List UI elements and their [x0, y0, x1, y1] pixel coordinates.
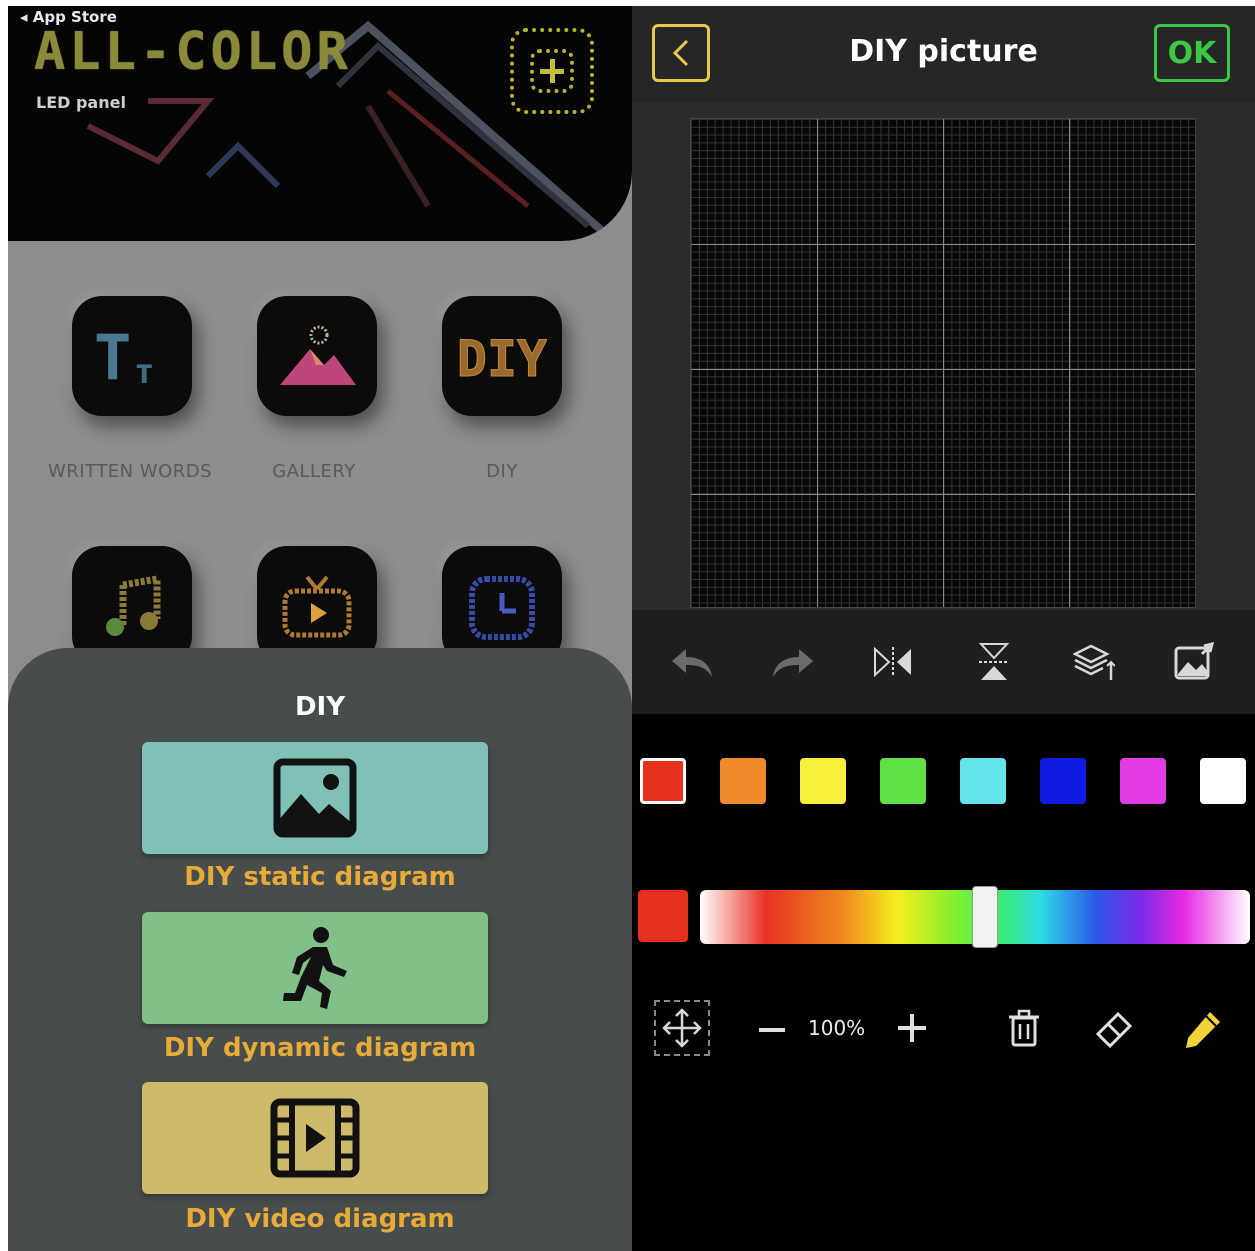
zoom-out-button[interactable]	[756, 1014, 788, 1046]
pencil-icon	[1186, 1012, 1220, 1048]
flip-horizontal-button[interactable]	[868, 637, 918, 687]
diy-bottom-sheet: DIY DIY static diagram DIY dynamic diagr…	[8, 648, 632, 1251]
color-swatch-blue[interactable]	[1040, 758, 1086, 804]
edit-toolbar	[632, 610, 1255, 714]
written-words-tile[interactable]: T т	[72, 296, 192, 416]
gallery-icon	[280, 325, 356, 385]
flip-vertical-button[interactable]	[969, 637, 1019, 687]
color-swatch-yellow[interactable]	[800, 758, 846, 804]
tile-label-diy: DIY	[486, 461, 518, 482]
diy-video-diagram-label[interactable]: DIY video diagram	[8, 1204, 632, 1234]
layers-button[interactable]	[1069, 637, 1119, 687]
import-image-icon	[1174, 642, 1214, 680]
move-icon	[662, 1008, 702, 1048]
diy-dynamic-diagram-button[interactable]	[142, 912, 488, 1024]
ok-button[interactable]: OK	[1154, 24, 1230, 82]
add-device-button[interactable]	[510, 28, 594, 114]
diy-icon: DIY	[457, 330, 547, 387]
diy-tile[interactable]: DIY	[442, 296, 562, 416]
flip-vertical-icon	[978, 643, 1010, 680]
flip-horizontal-icon	[874, 646, 912, 678]
editor-header: DIY picture OK	[632, 6, 1255, 102]
tile-label-gallery: GALLERY	[272, 461, 356, 482]
svg-text:T: T	[94, 321, 131, 391]
text-size-icon: T т	[94, 321, 154, 391]
color-swatch-white[interactable]	[1200, 758, 1246, 804]
current-color-preview	[638, 890, 688, 942]
zoom-in-button[interactable]	[896, 1012, 928, 1044]
color-swatch-orange[interactable]	[720, 758, 766, 804]
plus-icon	[898, 1014, 926, 1042]
diy-picture-editor: DIY picture OK 100%	[632, 6, 1255, 1251]
diy-video-diagram-button[interactable]	[142, 1082, 488, 1194]
trash-icon	[1009, 1009, 1039, 1047]
redo-icon	[772, 649, 813, 677]
redo-button[interactable]	[768, 637, 818, 687]
pixel-canvas[interactable]	[690, 118, 1196, 608]
app-logo-subtitle: LED panel	[36, 93, 126, 112]
tv-play-icon	[282, 575, 352, 638]
hue-slider-thumb[interactable]	[972, 886, 998, 948]
move-button[interactable]	[654, 1000, 710, 1056]
color-swatch-green[interactable]	[880, 758, 926, 804]
screen: ◂ App Store ALL-COLOR LED panel T т WRIT…	[0, 0, 1255, 1251]
music-note-icon	[106, 574, 161, 636]
clear-canvas-button[interactable]	[1006, 1008, 1042, 1048]
zoom-level: 100%	[808, 1016, 866, 1040]
diy-static-diagram-button[interactable]	[142, 742, 488, 854]
tile-label-written-words: WRITTEN WORDS	[47, 461, 213, 482]
diy-icon-text: DIY	[457, 330, 547, 386]
running-person-icon	[283, 927, 347, 1009]
eraser-button[interactable]	[1094, 1010, 1134, 1050]
gallery-tile[interactable]	[257, 296, 377, 416]
canvas-area	[632, 102, 1255, 610]
undo-button[interactable]	[667, 637, 717, 687]
layers-icon	[1073, 644, 1116, 680]
sheet-title: DIY	[294, 692, 346, 722]
color-swatch-red[interactable]	[640, 758, 686, 804]
undo-icon	[672, 649, 713, 677]
diy-dynamic-diagram-label[interactable]: DIY dynamic diagram	[8, 1033, 632, 1063]
pencil-button[interactable]	[1182, 1008, 1222, 1052]
svg-text:т: т	[134, 352, 154, 391]
minus-icon	[759, 1028, 785, 1032]
plus-icon	[530, 49, 574, 93]
color-swatch-magenta[interactable]	[1120, 758, 1166, 804]
diy-static-diagram-label[interactable]: DIY static diagram	[8, 862, 632, 892]
image-icon	[273, 758, 357, 838]
home-header: ◂ App Store ALL-COLOR LED panel	[8, 6, 632, 241]
import-image-button[interactable]	[1170, 637, 1220, 687]
color-swatch-cyan[interactable]	[960, 758, 1006, 804]
home-screen: ◂ App Store ALL-COLOR LED panel T т WRIT…	[8, 6, 632, 1251]
app-logo: ALL-COLOR	[34, 22, 352, 82]
eraser-icon	[1095, 1011, 1133, 1049]
clock-icon	[469, 576, 535, 640]
film-play-icon	[270, 1098, 360, 1178]
